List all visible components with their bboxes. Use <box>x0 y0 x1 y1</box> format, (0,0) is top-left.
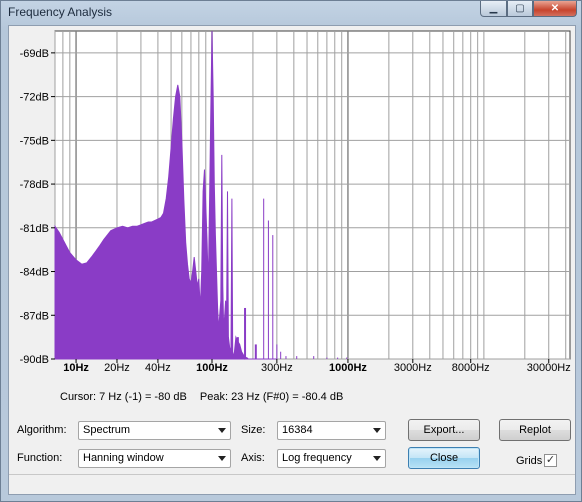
close-icon[interactable]: ✕ <box>533 1 577 17</box>
y-tick-label: -87dB <box>20 310 49 322</box>
chevron-down-icon <box>373 456 381 461</box>
dialog-client: -69dB -72dB -75dB -78dB -81dB -84dB -87dB -90dB… <box>8 25 576 495</box>
replot-button[interactable]: Replot <box>499 419 571 441</box>
y-tick-label: -90dB <box>20 354 49 366</box>
algorithm-label: Algorithm: <box>17 424 67 436</box>
window-title: Frequency Analysis <box>8 5 113 19</box>
status-line: Cursor: 7 Hz (-1) = -80 dB Peak: 23 Hz (… <box>60 391 353 403</box>
chevron-down-icon <box>218 456 226 461</box>
x-tick-label: 10Hz <box>63 362 89 371</box>
axis-value: Log frequency <box>282 452 352 464</box>
function-label: Function: <box>17 452 63 464</box>
chevron-down-icon <box>373 428 381 433</box>
y-tick-label: -84dB <box>20 267 49 279</box>
export-button[interactable]: Export... <box>408 419 480 441</box>
axis-label: Axis: <box>241 452 265 464</box>
peak-readout: Peak: 23 Hz (F#0) = -80.4 dB <box>199 391 344 403</box>
y-tick-label: -78dB <box>20 179 49 191</box>
axis-select[interactable]: Log frequency <box>277 449 386 468</box>
y-tick-label: -75dB <box>20 135 49 147</box>
y-tick-label: -69dB <box>20 48 49 60</box>
x-tick-label: 1000Hz <box>329 362 367 371</box>
dialog-footer <box>9 474 575 495</box>
window-controls: ▁ ▢ ✕ <box>480 1 577 17</box>
function-value: Hanning window <box>83 452 164 464</box>
x-tick-label: 8000Hz <box>452 362 490 371</box>
title-bar[interactable]: Frequency Analysis ▁ ▢ ✕ <box>1 1 581 25</box>
size-label: Size: <box>241 424 266 436</box>
size-value: 16384 <box>282 424 313 436</box>
x-tick-label: 100Hz <box>196 362 228 371</box>
y-tick-label: -72dB <box>20 92 49 104</box>
close-button[interactable]: Close <box>408 447 480 469</box>
algorithm-value: Spectrum <box>83 424 131 436</box>
algorithm-select[interactable]: Spectrum <box>78 421 231 440</box>
x-tick-label: 300Hz <box>261 362 293 371</box>
x-tick-label: 30000Hz <box>527 362 571 371</box>
maximize-icon[interactable]: ▢ <box>507 1 533 17</box>
minimize-icon[interactable]: ▁ <box>480 1 507 17</box>
grids-label: Grids <box>516 455 543 467</box>
x-tick-label: 20Hz <box>104 362 130 371</box>
cursor-readout: Cursor: 7 Hz (-1) = -80 dB <box>60 391 187 403</box>
size-select[interactable]: 16384 <box>277 421 386 440</box>
function-select[interactable]: Hanning window <box>78 449 231 468</box>
spectrum-chart[interactable]: -69dB -72dB -75dB -78dB -81dB -84dB -87dB -90dB… <box>9 26 575 371</box>
chevron-down-icon <box>218 428 226 433</box>
spectrum-plot-area[interactable]: -69dB -72dB -75dB -78dB -81dB -84dB -87dB -90dB… <box>9 26 575 371</box>
grids-checkbox[interactable]: ✓ <box>544 454 557 467</box>
frequency-analysis-window: Frequency Analysis ▁ ▢ ✕ -69dB -72dB -75dB… <box>0 0 582 502</box>
x-tick-label: 40Hz <box>145 362 171 371</box>
y-tick-label: -81dB <box>20 223 49 235</box>
x-tick-label: 3000Hz <box>394 362 432 371</box>
